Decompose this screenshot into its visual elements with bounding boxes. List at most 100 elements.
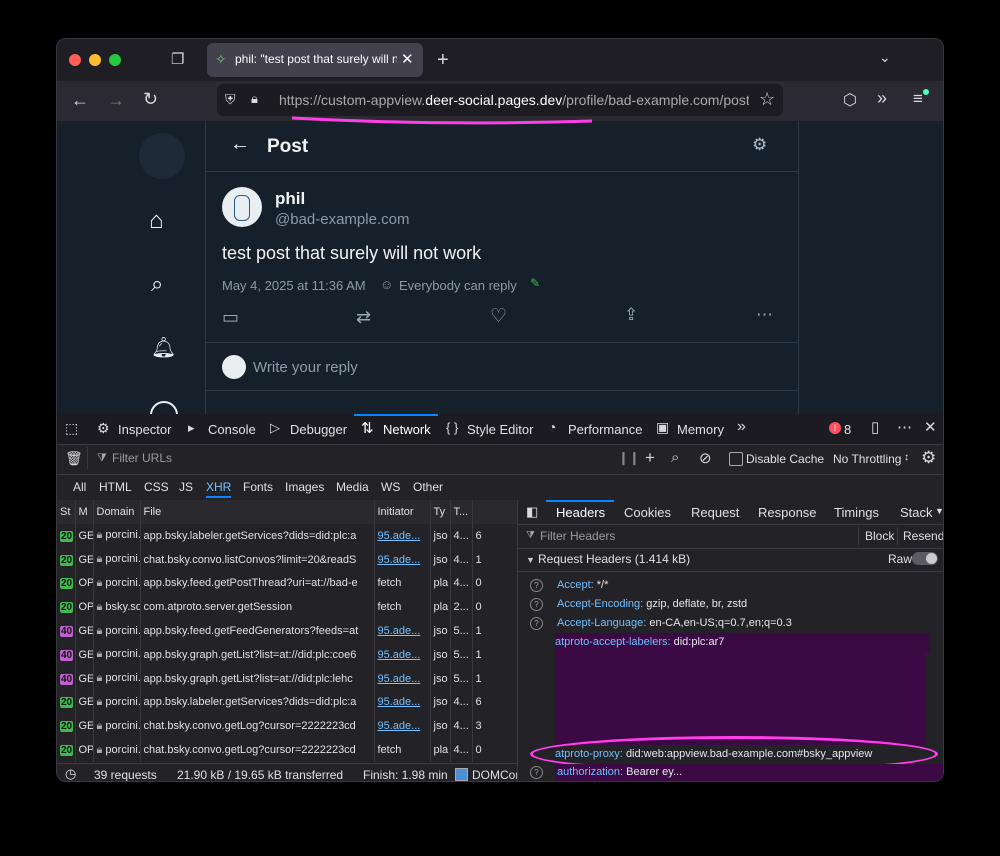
tab-headers[interactable]: Headers: [556, 505, 605, 520]
tab-memory[interactable]: Memory: [677, 422, 724, 437]
dropdown-arrow-icon[interactable]: ▼: [935, 506, 943, 516]
column-header[interactable]: Initiator: [374, 500, 431, 524]
user-avatar-placeholder[interactable]: [139, 133, 185, 179]
help-icon[interactable]: ?: [530, 598, 543, 611]
responsive-mode-icon[interactable]: ▯: [871, 418, 879, 436]
column-header[interactable]: M: [75, 500, 94, 524]
author-avatar[interactable]: [222, 187, 262, 227]
block-icon[interactable]: ⊘: [699, 449, 712, 467]
collapse-arrow-icon[interactable]: ▼: [526, 555, 535, 565]
tab-style-editor[interactable]: Style Editor: [467, 422, 533, 437]
tab-performance[interactable]: Performance: [568, 422, 642, 437]
initiator-link[interactable]: 95.ade...: [378, 696, 421, 708]
toggle-sidebar-icon[interactable]: ◧: [526, 504, 538, 520]
reply-icon[interactable]: ▭: [222, 307, 239, 328]
request-row[interactable]: 20GE🔒︎ porcini....chat.bsky.convo.listCo…: [57, 547, 517, 572]
disable-cache-checkbox[interactable]: [729, 452, 743, 466]
type-all[interactable]: All: [73, 480, 86, 494]
tab-response[interactable]: Response: [758, 505, 817, 520]
initiator-link[interactable]: 95.ade...: [378, 673, 421, 685]
type-html[interactable]: HTML: [99, 480, 132, 494]
initiator-link[interactable]: 95.ade...: [378, 625, 421, 637]
resend-button[interactable]: Resend: [903, 529, 943, 543]
reload-icon[interactable]: ↻: [143, 89, 158, 110]
tab-timings[interactable]: Timings: [834, 505, 879, 520]
forward-icon[interactable]: →: [107, 90, 125, 111]
request-row[interactable]: 40GE🔒︎ porcini....app.bsky.graph.getList…: [57, 666, 517, 691]
element-picker-icon[interactable]: ⬚: [65, 420, 78, 437]
type-js[interactable]: JS: [179, 480, 193, 494]
app-menu-icon[interactable]: ≡: [913, 89, 923, 109]
more-tools-icon[interactable]: »: [737, 418, 746, 436]
block-button[interactable]: Block: [865, 529, 894, 543]
column-header[interactable]: Ty: [430, 500, 451, 524]
request-row[interactable]: 20OP🔒︎ porcini....chat.bsky.convo.getLog…: [57, 738, 517, 762]
lock-icon[interactable]: 🔒︎: [251, 91, 258, 107]
help-icon[interactable]: ?: [530, 766, 543, 779]
column-header[interactable]: File: [140, 500, 375, 524]
devtools-menu-icon[interactable]: ⋯: [897, 418, 912, 436]
network-settings-gear-icon[interactable]: ⚙: [921, 448, 936, 468]
trash-icon[interactable]: 🗑︎: [65, 450, 83, 467]
new-tab-icon[interactable]: +: [437, 49, 449, 72]
tab-console[interactable]: Console: [208, 422, 256, 437]
tab-debugger[interactable]: Debugger: [290, 422, 347, 437]
request-row[interactable]: 40GE🔒︎ porcini....app.bsky.feed.getFeedG…: [57, 619, 517, 643]
type-ws[interactable]: WS: [381, 480, 400, 494]
like-heart-icon[interactable]: ♡: [490, 305, 507, 328]
request-row[interactable]: 20OP🔒︎ bsky.so...com.atproto.server.getS…: [57, 595, 517, 620]
request-headers-section[interactable]: Request Headers (1.414 kB): [538, 552, 690, 566]
initiator-link[interactable]: 95.ade...: [378, 649, 421, 661]
add-request-icon[interactable]: +: [645, 448, 655, 468]
column-header[interactable]: T...: [450, 500, 473, 524]
request-row[interactable]: 20GE🔒︎ porcini....chat.bsky.convo.getLog…: [57, 714, 517, 739]
zoom-window-button[interactable]: [109, 54, 121, 66]
close-window-button[interactable]: [69, 54, 81, 66]
minimize-window-button[interactable]: [89, 54, 101, 66]
more-options-icon[interactable]: ⋯: [756, 305, 773, 325]
type-xhr[interactable]: XHR: [206, 480, 232, 498]
overflow-chevrons-icon[interactable]: »: [877, 88, 887, 109]
chat-icon[interactable]: [150, 401, 178, 414]
reply-setting[interactable]: Everybody can reply: [399, 278, 517, 293]
repost-icon[interactable]: ⇄: [356, 307, 371, 328]
type-css[interactable]: CSS: [144, 480, 169, 494]
type-fonts[interactable]: Fonts: [243, 480, 273, 494]
tab-overview-icon[interactable]: ❐: [171, 50, 184, 68]
request-row[interactable]: 20OP🔒︎ porcini....app.bsky.feed.getPostT…: [57, 571, 517, 596]
pause-icon[interactable]: ❙❙: [618, 450, 640, 466]
filter-urls-input[interactable]: Filter URLs: [112, 451, 172, 465]
request-row[interactable]: 40GE🔒︎ porcini....app.bsky.graph.getList…: [57, 642, 517, 667]
tab-network[interactable]: Network: [383, 422, 431, 437]
list-tabs-chevron-icon[interactable]: ⌄: [879, 49, 891, 66]
edit-pencil-icon[interactable]: ✎: [530, 276, 540, 290]
help-icon[interactable]: ?: [530, 579, 543, 592]
filter-headers-input[interactable]: Filter Headers: [540, 529, 615, 543]
initiator-link[interactable]: 95.ade...: [378, 530, 421, 542]
throttling-select[interactable]: No Throttling: [833, 452, 901, 466]
search-icon[interactable]: ⌕: [671, 449, 679, 466]
request-row[interactable]: 20GE🔒︎ porcini....app.bsky.labeler.getSe…: [57, 524, 517, 548]
error-count[interactable]: 8: [844, 422, 851, 437]
back-icon[interactable]: ←: [71, 90, 89, 111]
type-other[interactable]: Other: [413, 480, 443, 494]
author-name[interactable]: phil: [275, 189, 305, 209]
close-devtools-icon[interactable]: ✕: [924, 418, 937, 436]
search-icon[interactable]: ⌕: [151, 271, 163, 297]
initiator-link[interactable]: 95.ade...: [378, 554, 421, 566]
thread-settings-icon[interactable]: ⚙: [752, 135, 767, 155]
column-header[interactable]: St: [57, 500, 76, 524]
column-header[interactable]: [472, 500, 517, 524]
tab-cookies[interactable]: Cookies: [624, 505, 671, 520]
error-icon[interactable]: !: [829, 422, 841, 434]
tab-inspector[interactable]: Inspector: [118, 422, 171, 437]
author-handle[interactable]: @bad-example.com: [275, 211, 409, 228]
type-images[interactable]: Images: [285, 480, 324, 494]
column-header[interactable]: Domain: [93, 500, 141, 524]
tab-stack[interactable]: Stack: [900, 505, 933, 520]
share-icon[interactable]: ⇪: [624, 305, 638, 325]
request-row[interactable]: 20GE🔒︎ porcini....app.bsky.labeler.getSe…: [57, 690, 517, 715]
type-media[interactable]: Media: [336, 480, 369, 494]
raw-toggle[interactable]: [912, 552, 938, 565]
shield-icon[interactable]: ⛨: [225, 91, 236, 108]
